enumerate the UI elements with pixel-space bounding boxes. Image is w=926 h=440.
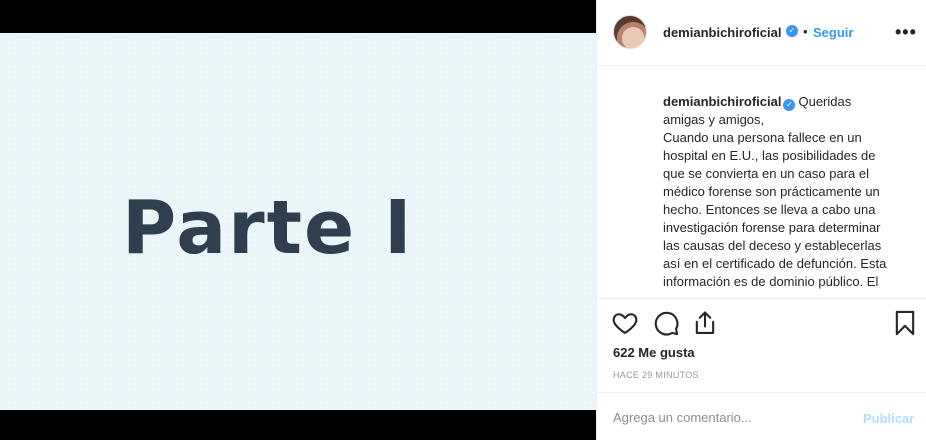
caption-line: así en el certificado de defunción. Esta <box>663 256 887 271</box>
comment-input[interactable] <box>613 407 843 427</box>
caption-line: las causas del deceso y establecerlas <box>663 238 882 253</box>
more-options-icon[interactable]: ••• <box>895 22 917 43</box>
publish-button[interactable]: Publicar <box>863 411 914 426</box>
caption-line: hospital en E.U., las posibilidades de <box>663 148 876 163</box>
caption-username[interactable]: demianbichiroficial <box>663 94 781 109</box>
follow-button[interactable]: Seguir <box>813 25 853 40</box>
header-separator: • <box>803 24 808 39</box>
post-timestamp[interactable]: HACE 29 MINUTOS <box>613 370 699 380</box>
caption-line: Queridas <box>798 94 852 109</box>
verified-badge-icon: ✓ <box>783 99 796 111</box>
caption-line: Cuando una persona fallece en un <box>663 130 862 145</box>
comment-icon[interactable] <box>652 309 680 337</box>
caption-line: hecho. Entonces se lleva a cabo una <box>663 202 876 217</box>
share-icon[interactable] <box>691 309 719 337</box>
verified-badge-icon: ✓ <box>786 25 798 37</box>
caption-line: investigación forense para determinar <box>663 220 881 235</box>
post-header: demianbichiroficial ✓ • Seguir ••• <box>597 0 926 66</box>
post-caption: demianbichiroficial ✓ Queridas amigas y am… <box>663 93 903 293</box>
caption-line: médico forense son prácticamente un <box>663 184 880 199</box>
bookmark-icon[interactable] <box>891 309 919 337</box>
like-count[interactable]: 622 Me gusta <box>613 345 695 360</box>
heart-icon[interactable] <box>611 309 639 337</box>
post-image[interactable]: Parte I <box>0 33 596 410</box>
caption-line: que se convierta en un caso para el <box>663 166 869 181</box>
post-media: Parte I <box>0 0 596 440</box>
post-side-panel: demianbichiroficial ✓ • Seguir ••• demia… <box>596 0 926 440</box>
header-username[interactable]: demianbichiroficial <box>663 25 781 40</box>
caption-line: amigas y amigos, <box>663 112 765 127</box>
comment-bar: Publicar <box>597 392 926 440</box>
action-bar <box>597 298 926 346</box>
post-image-text: Parte I <box>122 185 414 271</box>
avatar[interactable] <box>613 15 647 49</box>
caption-line: información es de dominio público. El <box>663 274 879 289</box>
